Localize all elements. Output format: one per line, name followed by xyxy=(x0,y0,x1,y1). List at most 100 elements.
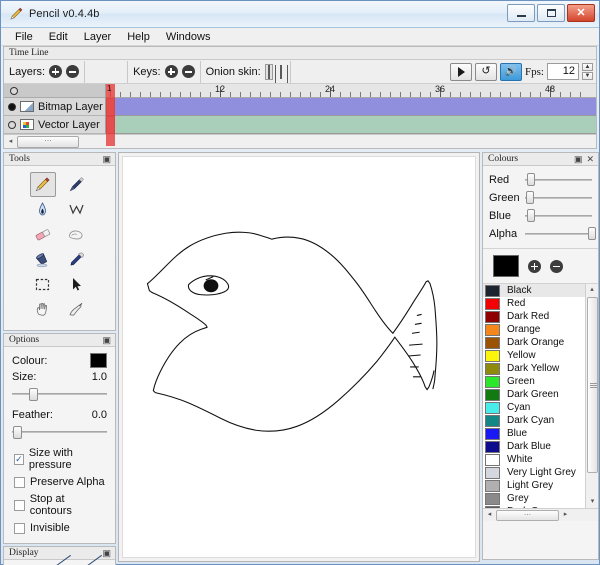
maximize-button[interactable] xyxy=(537,4,565,22)
tool-smudge[interactable] xyxy=(63,222,89,247)
palette-list[interactable]: Black Red Dark Red Orange Dark Orange Ye… xyxy=(483,284,585,508)
palette-item[interactable]: Cyan xyxy=(483,401,585,414)
frame-ruler[interactable]: 12 24 36 48 xyxy=(106,84,596,98)
palette-item[interactable]: Green xyxy=(483,375,585,388)
size-slider-thumb[interactable] xyxy=(29,388,38,401)
palette-item[interactable]: Red xyxy=(483,297,585,310)
menu-item-layer[interactable]: Layer xyxy=(76,30,120,44)
current-colour-swatch[interactable] xyxy=(493,255,519,277)
track-vector-layer[interactable] xyxy=(106,116,596,134)
tool-pen[interactable] xyxy=(30,197,56,222)
tool-eyedropper[interactable] xyxy=(63,247,89,272)
tool-eraser[interactable] xyxy=(30,222,56,247)
tool-bucket[interactable] xyxy=(30,247,56,272)
undock-icon[interactable]: ▣ xyxy=(574,154,583,165)
close-button[interactable]: ✕ xyxy=(567,4,595,22)
tool-brush[interactable] xyxy=(63,172,89,197)
palette-scroll-right-arrow[interactable]: ▸ xyxy=(559,509,572,521)
blue-slider-thumb[interactable] xyxy=(527,209,535,222)
visibility-toggle-vector[interactable] xyxy=(8,121,16,129)
menu-item-file[interactable]: File xyxy=(7,30,41,44)
undock-icon[interactable]: ▣ xyxy=(102,548,111,559)
scroll-thumb[interactable]: ⋯ xyxy=(17,136,79,148)
visibility-toggle-bitmap[interactable] xyxy=(8,103,16,111)
checkbox-preserve-alpha-box[interactable] xyxy=(14,477,25,488)
palette-item[interactable]: Blue xyxy=(483,427,585,440)
drawing-canvas[interactable] xyxy=(122,156,476,558)
tool-zoom[interactable] xyxy=(63,297,89,322)
remove-key-button[interactable] xyxy=(182,65,195,78)
add-key-button[interactable] xyxy=(165,65,178,78)
alpha-slider-thumb[interactable] xyxy=(588,227,596,240)
palette-item[interactable]: Yellow xyxy=(483,349,585,362)
timeline-horizontal-scrollbar[interactable]: ◂ ⋯ xyxy=(4,134,596,148)
green-slider-thumb[interactable] xyxy=(526,191,534,204)
red-slider-thumb[interactable] xyxy=(527,173,535,186)
palette-item[interactable]: Light Grey xyxy=(483,479,585,492)
checkbox-preserve-alpha[interactable]: Preserve Alpha xyxy=(14,476,107,488)
remove-colour-button[interactable] xyxy=(550,260,563,273)
blue-slider[interactable] xyxy=(525,208,592,223)
palette-item[interactable]: Orange xyxy=(483,323,585,336)
palette-item[interactable]: Dark Green xyxy=(483,388,585,401)
layer-row-vector[interactable]: Vector Layer xyxy=(4,116,105,134)
track-bitmap-layer[interactable] xyxy=(106,98,596,116)
tool-polyline[interactable] xyxy=(63,197,89,222)
palette-scroll-down-arrow[interactable]: ▾ xyxy=(586,496,599,508)
loop-button[interactable]: ↺ xyxy=(475,63,497,81)
palette-item[interactable]: White xyxy=(483,453,585,466)
feather-slider-thumb[interactable] xyxy=(13,426,22,439)
play-button[interactable] xyxy=(450,63,472,81)
palette-item[interactable]: Very Light Grey xyxy=(483,466,585,479)
close-icon[interactable]: ✕ xyxy=(586,154,594,165)
onion-skin-next-button[interactable] xyxy=(277,64,285,80)
minimize-button[interactable] xyxy=(507,4,535,22)
palette-item[interactable]: Dark Cyan xyxy=(483,414,585,427)
tool-hand[interactable] xyxy=(30,297,56,322)
checkbox-invisible[interactable]: Invisible xyxy=(14,522,107,534)
checkbox-stop-at-contours-box[interactable] xyxy=(14,500,25,511)
undock-icon[interactable]: ▣ xyxy=(102,154,111,165)
feather-slider[interactable] xyxy=(12,424,107,440)
palette-item[interactable]: Dark Orange xyxy=(483,336,585,349)
playhead[interactable]: 1 xyxy=(106,84,115,146)
palette-scroll-left-arrow[interactable]: ◂ xyxy=(483,509,496,521)
add-colour-button[interactable] xyxy=(528,260,541,273)
palette-item[interactable]: Dark Blue xyxy=(483,440,585,453)
size-slider[interactable] xyxy=(12,386,107,402)
layer-row-bitmap[interactable]: Bitmap Layer xyxy=(4,98,105,116)
tool-select[interactable] xyxy=(30,272,56,297)
fps-stepper-up[interactable]: ▲ xyxy=(582,63,593,71)
red-slider[interactable] xyxy=(525,172,592,187)
add-layer-button[interactable] xyxy=(49,65,62,78)
palette-item[interactable]: Grey xyxy=(483,492,585,505)
palette-vertical-scrollbar[interactable]: ▴ ▾ xyxy=(585,284,598,508)
palette-hscroll-thumb[interactable]: ⋯ xyxy=(496,510,559,521)
sound-button[interactable]: 🔊 xyxy=(500,63,522,81)
checkbox-size-with-pressure[interactable]: Size with pressure xyxy=(14,447,107,471)
alpha-slider[interactable] xyxy=(525,226,592,241)
checkbox-invisible-box[interactable] xyxy=(14,523,25,534)
menu-item-edit[interactable]: Edit xyxy=(41,30,76,44)
undock-icon[interactable]: ▣ xyxy=(102,335,111,346)
palette-item[interactable]: Dark Yellow xyxy=(483,362,585,375)
fps-stepper-down[interactable]: ▼ xyxy=(582,72,593,80)
green-slider[interactable] xyxy=(525,190,592,205)
colour-swatch[interactable] xyxy=(90,353,107,368)
palette-scroll-thumb[interactable] xyxy=(587,297,598,473)
tool-move[interactable] xyxy=(63,272,89,297)
onion-skin-prev-button[interactable] xyxy=(265,64,273,80)
palette-horizontal-scrollbar[interactable]: ◂ ⋯ ▸ xyxy=(483,508,598,521)
remove-layer-button[interactable] xyxy=(66,65,79,78)
checkbox-size-with-pressure-box[interactable] xyxy=(14,454,24,465)
palette-item[interactable]: Black xyxy=(483,284,585,297)
fps-input[interactable]: 12 xyxy=(547,63,579,80)
tool-pencil[interactable] xyxy=(30,172,56,197)
palette-item[interactable]: Dark Red xyxy=(483,310,585,323)
palette-scroll-up-arrow[interactable]: ▴ xyxy=(586,284,598,296)
scroll-left-arrow[interactable]: ◂ xyxy=(4,136,17,148)
checkbox-stop-at-contours[interactable]: Stop at contours xyxy=(14,493,107,517)
fps-stepper[interactable]: ▲ ▼ xyxy=(582,63,593,80)
menu-item-windows[interactable]: Windows xyxy=(158,30,219,44)
menu-item-help[interactable]: Help xyxy=(119,30,158,44)
